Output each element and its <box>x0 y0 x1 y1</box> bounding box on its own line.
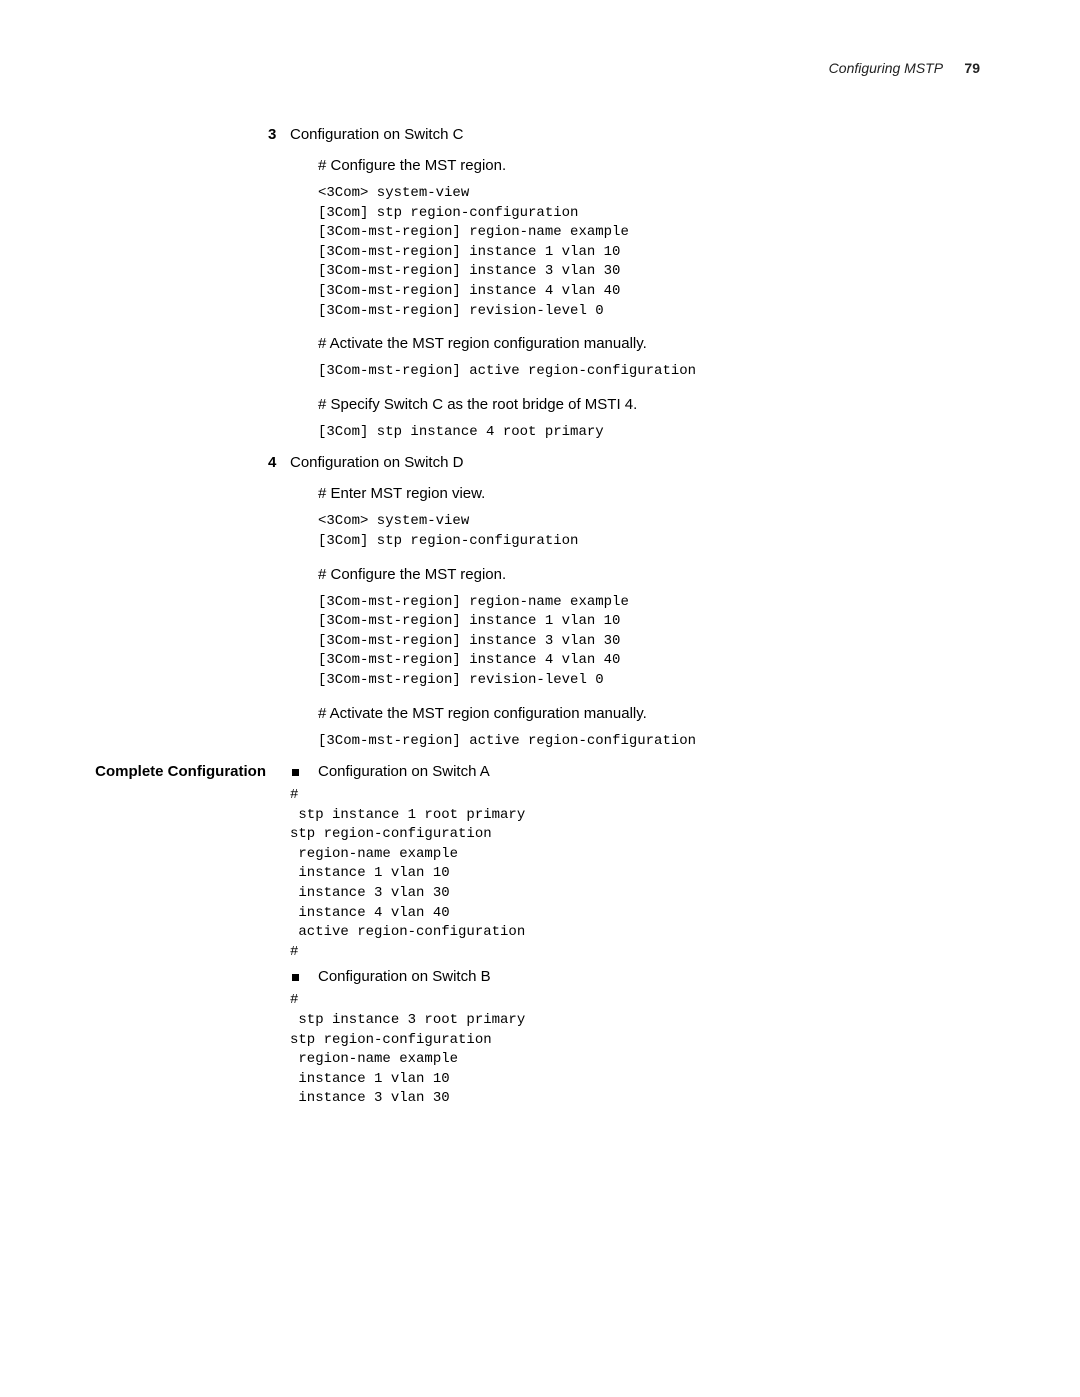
code-block: [3Com-mst-region] active region-configur… <box>318 362 990 382</box>
bullet-title: Configuration on Switch B <box>318 968 491 985</box>
complete-configuration-section: Complete Configuration Configuration on … <box>290 763 990 1109</box>
step-number: 4 <box>268 454 276 471</box>
code-block: [3Com-mst-region] region-name example [3… <box>318 593 990 691</box>
page: Configuring MSTP 79 3 Configuration on S… <box>0 0 1080 1175</box>
header-title: Configuring MSTP <box>829 60 943 76</box>
code-block: # stp instance 3 root primary stp region… <box>290 991 990 1109</box>
page-number: 79 <box>964 60 980 76</box>
paragraph: # Configure the MST region. <box>318 566 990 583</box>
code-block: <3Com> system-view [3Com] stp region-con… <box>318 184 990 321</box>
bullet-item-switch-a: Configuration on Switch A <box>318 763 990 780</box>
bullet-title: Configuration on Switch A <box>318 763 490 780</box>
paragraph: # Activate the MST region configuration … <box>318 705 990 722</box>
bullet-square-icon <box>292 974 299 981</box>
paragraph: # Specify Switch C as the root bridge of… <box>318 396 990 413</box>
side-heading: Complete Configuration <box>78 763 278 780</box>
code-block: # stp instance 1 root primary stp region… <box>290 786 990 962</box>
page-header: Configuring MSTP 79 <box>90 60 990 76</box>
step-number: 3 <box>268 126 276 143</box>
step-title: Configuration on Switch C <box>290 126 463 143</box>
content-area: 3 Configuration on Switch C # Configure … <box>290 126 990 1109</box>
paragraph: # Activate the MST region configuration … <box>318 335 990 352</box>
step-3: 3 Configuration on Switch C <box>290 126 990 143</box>
code-block: [3Com] stp instance 4 root primary <box>318 423 990 443</box>
bullet-item-switch-b: Configuration on Switch B <box>318 968 990 985</box>
code-block: [3Com-mst-region] active region-configur… <box>318 732 990 752</box>
step-title: Configuration on Switch D <box>290 454 463 471</box>
paragraph: # Enter MST region view. <box>318 485 990 502</box>
step-4: 4 Configuration on Switch D <box>290 454 990 471</box>
paragraph: # Configure the MST region. <box>318 157 990 174</box>
bullet-square-icon <box>292 769 299 776</box>
code-block: <3Com> system-view [3Com] stp region-con… <box>318 512 990 551</box>
